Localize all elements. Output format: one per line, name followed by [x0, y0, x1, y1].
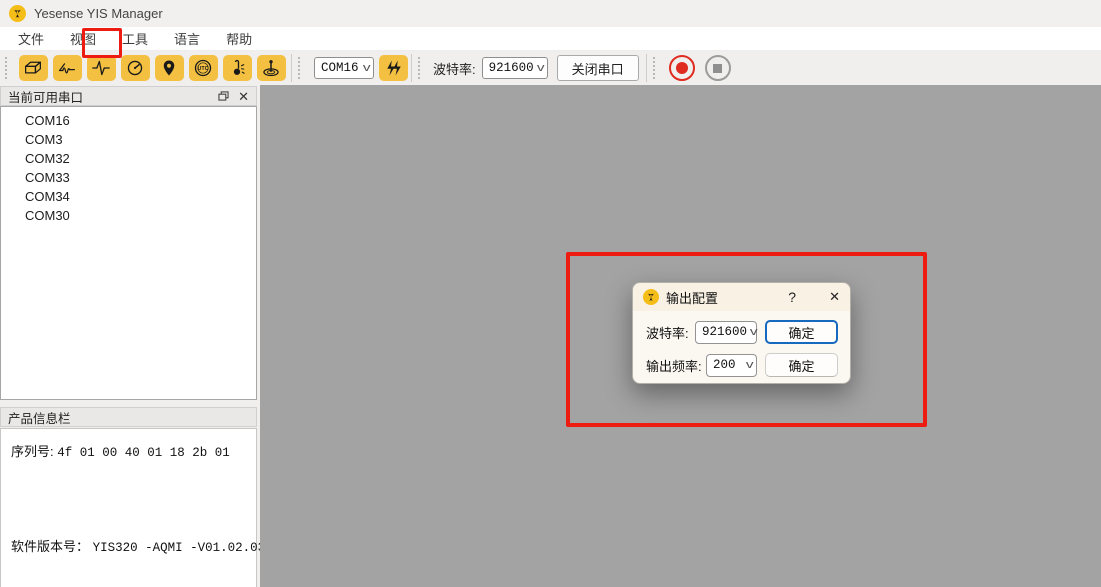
ports-panel-title: 当前可用串口: [8, 87, 83, 106]
serial-number-row: 序列号: 4f 01 00 40 01 18 2b 01: [11, 441, 230, 460]
software-version-row: 软件版本号： YIS320 -AQMI -V01.02.03;: [11, 536, 273, 555]
dialog-title-bar: 输出配置 ? ✕: [633, 283, 850, 311]
toolbar-separator: [646, 54, 647, 82]
close-panel-icon[interactable]: ✕: [238, 90, 249, 103]
menu-tools[interactable]: 工具: [114, 26, 156, 51]
dialog-close-button[interactable]: ✕: [829, 289, 840, 305]
serial-number-value: 4f 01 00 40 01 18 2b 01: [57, 446, 230, 460]
baud-rate-select[interactable]: 921600 v: [482, 57, 548, 79]
port-list-item[interactable]: COM30: [1, 206, 256, 225]
baud-rate-value: 921600: [489, 61, 534, 75]
location-button[interactable]: [155, 55, 184, 81]
toolbar: UTC COM16 v 波特率: 921600: [0, 51, 1101, 85]
port-select[interactable]: COM16 v: [314, 57, 374, 79]
stop-button[interactable]: [705, 55, 731, 81]
thermometer-icon: [228, 58, 246, 78]
menu-bar: 文件 视图 工具 语言 帮助: [0, 27, 1101, 51]
dialog-rate-select[interactable]: 200 v: [706, 354, 757, 377]
port-list-item[interactable]: COM16: [1, 111, 256, 130]
refresh-icon: [385, 59, 403, 77]
info-panel-title: 产品信息栏: [8, 408, 71, 427]
dialog-help-button[interactable]: ?: [788, 289, 796, 305]
temperature-button[interactable]: [223, 55, 252, 81]
toolbar-handle[interactable]: [5, 57, 12, 79]
menu-language[interactable]: 语言: [166, 26, 208, 51]
port-list-item[interactable]: COM32: [1, 149, 256, 168]
angle-wave-button[interactable]: [53, 55, 82, 81]
3d-cube-icon: [23, 59, 43, 77]
record-button[interactable]: [669, 55, 695, 81]
ports-list: COM16 COM3 COM32 COM33 COM34 COM30: [0, 106, 257, 400]
output-rate-row: 输出频率: 200 v 确定: [646, 353, 838, 377]
dialog-baud-label: 波特率:: [646, 323, 689, 342]
baud-rate-row: 波特率: 921600 v 确定: [646, 320, 838, 344]
stop-icon: [713, 64, 722, 73]
chevron-down-icon: v: [537, 62, 545, 74]
float-panel-icon[interactable]: [218, 91, 229, 101]
toolbar-handle[interactable]: [418, 57, 425, 79]
baud-rate-label: 波特率:: [433, 59, 476, 78]
chevron-down-icon: v: [750, 326, 758, 338]
port-list-item[interactable]: COM33: [1, 168, 256, 187]
3d-view-button[interactable]: [19, 55, 48, 81]
window-title: Yesense YIS Manager: [34, 6, 163, 21]
rate-confirm-button[interactable]: 确定: [765, 353, 838, 377]
gauge-button[interactable]: [121, 55, 150, 81]
info-panel-body: 序列号: 4f 01 00 40 01 18 2b 01 软件版本号： YIS3…: [0, 428, 257, 587]
menu-view[interactable]: 视图: [62, 26, 104, 51]
title-bar: Yesense YIS Manager: [0, 0, 1101, 27]
software-version-value: YIS320 -AQMI -V01.02.03;: [93, 541, 273, 555]
serial-number-label: 序列号:: [11, 444, 54, 459]
menu-help[interactable]: 帮助: [218, 26, 260, 51]
dialog-baud-select[interactable]: 921600 v: [695, 321, 757, 344]
toolbar-handle[interactable]: [298, 57, 305, 79]
record-icon: [676, 62, 688, 74]
toolbar-separator: [291, 54, 292, 82]
attitude-button[interactable]: [257, 55, 286, 81]
utc-clock-icon: UTC: [193, 58, 213, 78]
raw-wave-button[interactable]: [87, 55, 116, 81]
app-logo-icon: [9, 5, 26, 22]
chevron-down-icon: v: [362, 62, 370, 74]
chevron-down-icon: v: [745, 359, 753, 371]
software-version-label: 软件版本号：: [11, 539, 89, 554]
menu-file[interactable]: 文件: [10, 26, 52, 51]
attitude-gyro-icon: [261, 58, 281, 78]
output-config-dialog: 输出配置 ? ✕ 波特率: 921600 v 确定 输出频率: 200 v 确定: [632, 282, 851, 384]
svg-text:UTC: UTC: [197, 66, 208, 72]
angle-wave-icon: [57, 59, 77, 77]
left-dock: 当前可用串口 ✕ COM16 COM3 COM32 COM33 COM34 CO…: [0, 85, 260, 587]
baud-confirm-button[interactable]: 确定: [765, 320, 838, 344]
dialog-title: 输出配置: [666, 288, 718, 307]
dialog-rate-label: 输出频率:: [646, 356, 702, 375]
dialog-baud-value: 921600: [702, 325, 747, 339]
port-list-item[interactable]: COM3: [1, 130, 256, 149]
refresh-ports-button[interactable]: [379, 55, 408, 81]
ports-panel-header: 当前可用串口 ✕: [0, 86, 257, 106]
gauge-icon: [125, 59, 145, 77]
utc-clock-button[interactable]: UTC: [189, 55, 218, 81]
toolbar-separator: [411, 54, 412, 82]
port-select-value: COM16: [321, 61, 359, 75]
close-port-button[interactable]: 关闭串口: [557, 55, 639, 81]
location-pin-icon: [160, 59, 178, 77]
dialog-rate-value: 200: [713, 358, 736, 372]
info-panel-header: 产品信息栏: [0, 407, 257, 427]
waveform-icon: [91, 59, 111, 77]
port-list-item[interactable]: COM34: [1, 187, 256, 206]
dialog-app-icon: [643, 289, 659, 305]
toolbar-handle[interactable]: [653, 57, 660, 79]
